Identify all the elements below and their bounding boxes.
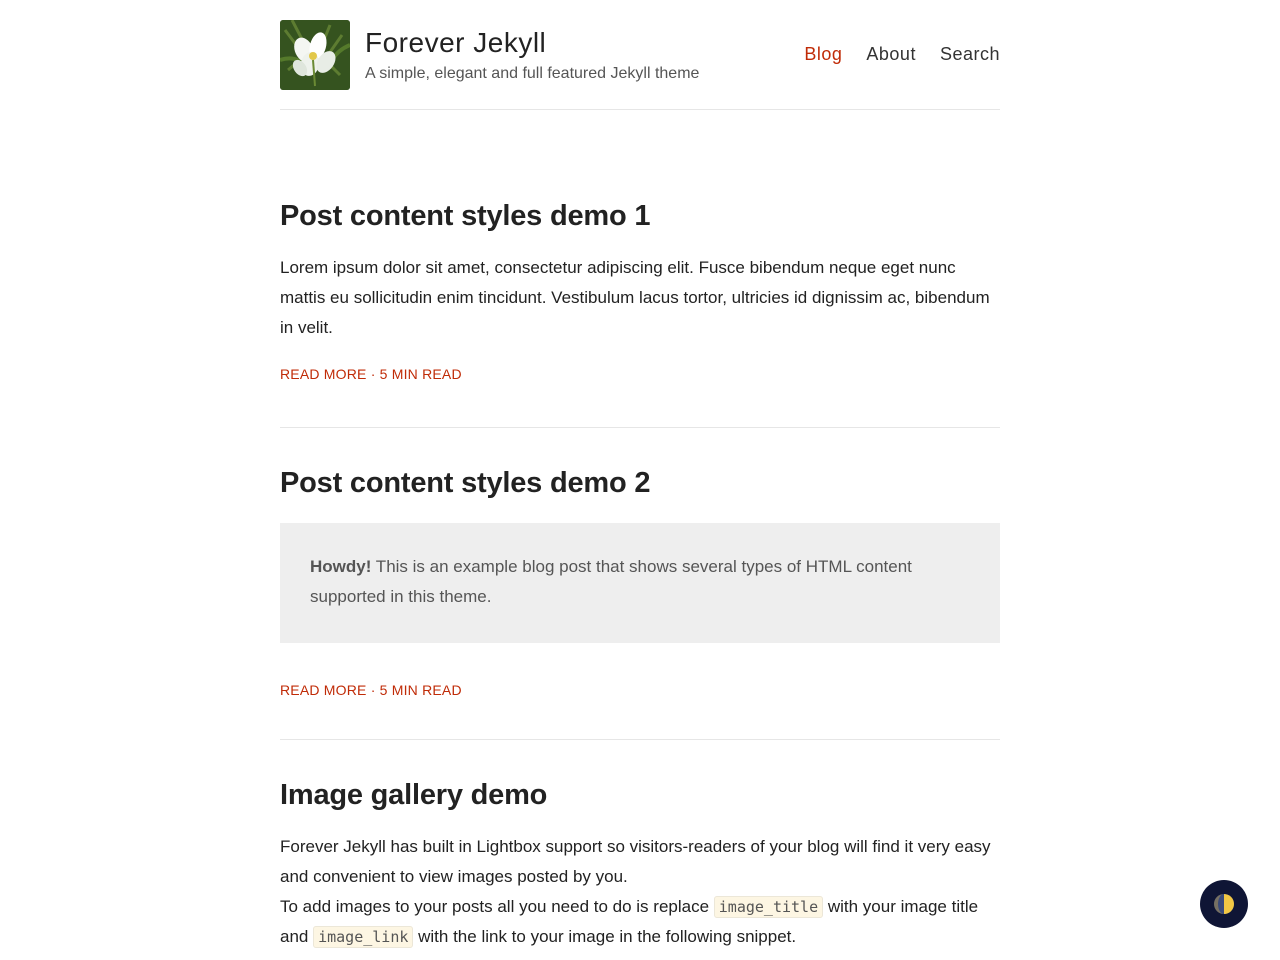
site-logo[interactable] (280, 20, 350, 90)
post-item: Post content styles demo 2 Howdy! This i… (280, 465, 1000, 699)
read-more-link[interactable]: READ MORE (280, 366, 367, 382)
callout-text: This is an example blog post that shows … (310, 557, 912, 606)
post-paragraph: Forever Jekyll has built in Lightbox sup… (280, 837, 991, 886)
post-meta: READ MORE · 5 MIN READ (280, 365, 1000, 383)
post-title[interactable]: Image gallery demo (280, 777, 1000, 813)
nav-blog-link[interactable]: Blog (804, 42, 842, 66)
post-title[interactable]: Post content styles demo 1 (280, 198, 1000, 234)
read-more-link[interactable]: READ MORE (280, 682, 367, 698)
main-nav: Blog About Search (804, 42, 1000, 66)
post-title[interactable]: Post content styles demo 2 (280, 465, 1000, 501)
post-item: Image gallery demo Forever Jekyll has bu… (280, 777, 1000, 952)
post-excerpt: Lorem ipsum dolor sit amet, consectetur … (280, 258, 990, 337)
post-paragraph: To add images to your posts all you need… (280, 892, 1000, 952)
inline-code: image_link (313, 926, 414, 948)
read-time: 5 MIN READ (379, 682, 462, 698)
meta-separator: · (370, 682, 380, 698)
site-title[interactable]: Forever Jekyll (365, 26, 546, 60)
post-divider (280, 739, 1000, 740)
nav-search-link[interactable]: Search (940, 42, 1000, 66)
meta-separator: · (370, 366, 380, 382)
paragraph-text: To add images to your posts all you need… (280, 897, 714, 916)
callout-bold-text: Howdy! (310, 557, 372, 576)
site-header: Forever Jekyll A simple, elegant and ful… (280, 0, 1000, 110)
nav-about-link[interactable]: About (866, 42, 916, 66)
read-time: 5 MIN READ (379, 366, 462, 382)
white-flower-logo-icon (280, 20, 350, 90)
post-item: Post content styles demo 1 Lorem ipsum d… (280, 198, 1000, 383)
inline-code: image_title (713, 896, 824, 918)
site-description: A simple, elegant and full featured Jeky… (365, 65, 700, 82)
theme-toggle-button[interactable] (1200, 880, 1248, 928)
page-container: Forever Jekyll A simple, elegant and ful… (280, 0, 1000, 948)
post-divider (280, 427, 1000, 428)
half-moon-icon (1214, 894, 1234, 914)
paragraph-text: with the link to your image in the follo… (413, 927, 797, 946)
post-callout: Howdy! This is an example blog post that… (280, 523, 1000, 643)
post-meta: READ MORE · 5 MIN READ (280, 681, 1000, 699)
